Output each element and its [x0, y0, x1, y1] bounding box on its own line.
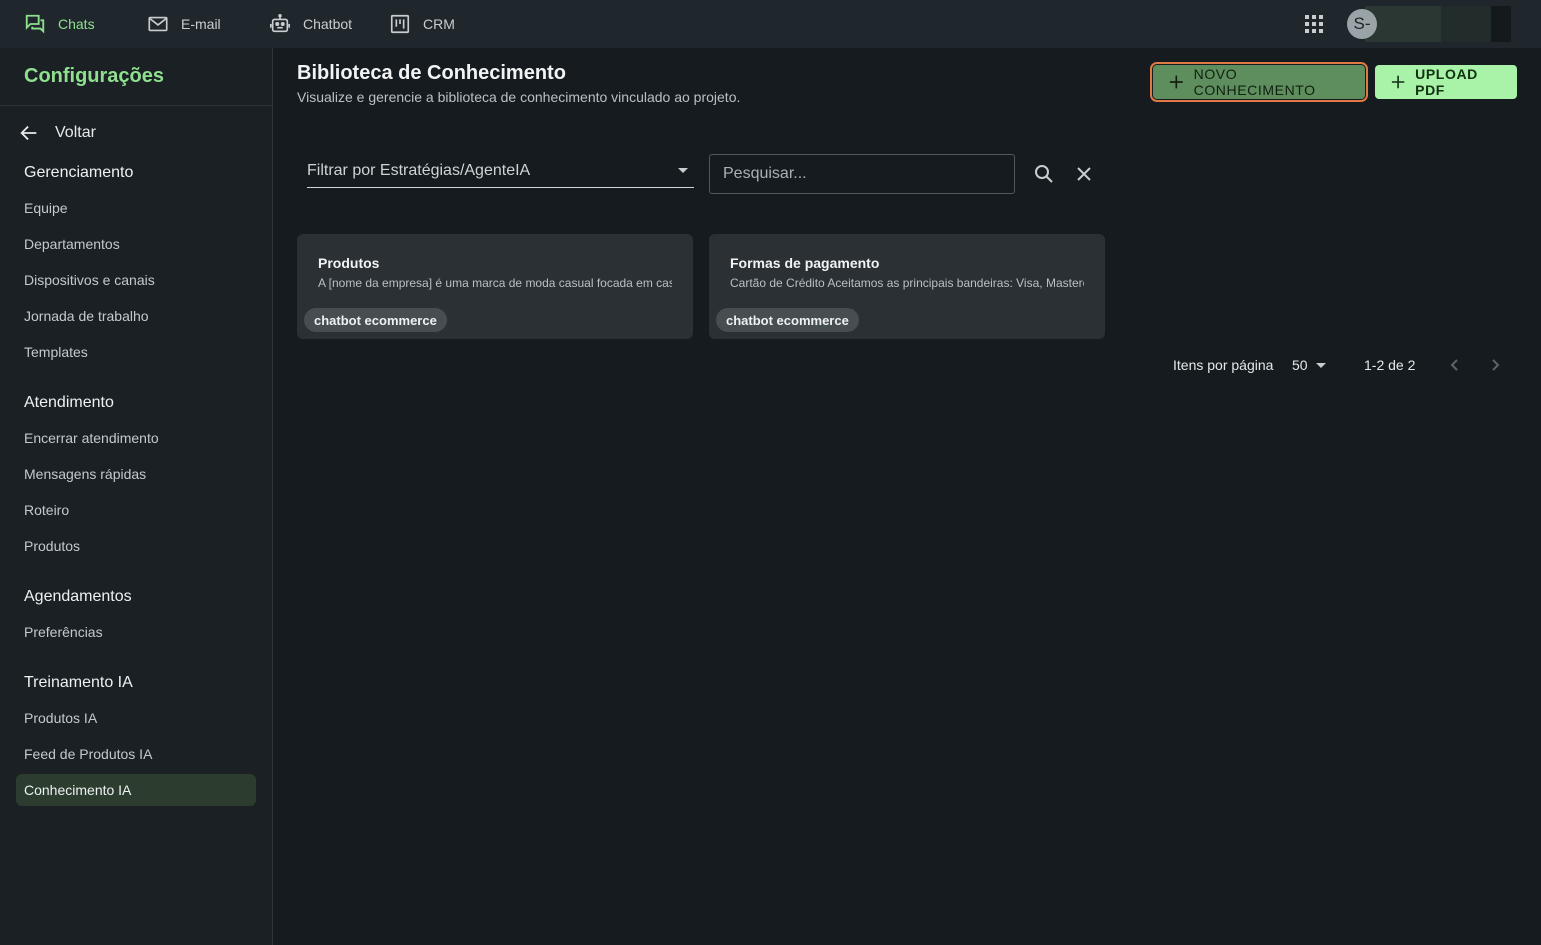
- items-per-page-value: 50: [1292, 357, 1308, 373]
- search-icon[interactable]: [1032, 162, 1056, 186]
- sidebar-item-mensagens[interactable]: Mensagens rápidas: [0, 456, 272, 492]
- card-tag: chatbot ecommerce: [716, 308, 859, 332]
- nav-crm[interactable]: CRM: [389, 0, 455, 48]
- nav-chats-label: Chats: [58, 16, 95, 32]
- section-heading-agendamentos: Agendamentos: [24, 588, 132, 605]
- avatar-initial: S-: [1353, 14, 1371, 33]
- chevron-left-icon[interactable]: [1443, 353, 1467, 377]
- main-content: Biblioteca de Conhecimento Visualize e g…: [273, 48, 1541, 945]
- top-navigation-bar: Chats E-mail Chatbot CRM S-: [0, 0, 1541, 48]
- robot-icon: [270, 14, 290, 33]
- search-input[interactable]: [709, 154, 1015, 194]
- nav-email[interactable]: E-mail: [147, 0, 221, 48]
- card-tag: chatbot ecommerce: [304, 308, 447, 332]
- knowledge-card[interactable]: Formas de pagamento Cartão de Crédito Ac…: [709, 234, 1105, 339]
- upload-pdf-label: UPLOAD PDF: [1415, 66, 1478, 98]
- section-heading-treinamento: Treinamento IA: [24, 674, 133, 691]
- topbar-right-area: S-: [1304, 0, 1541, 48]
- new-knowledge-label: NOVO CONHECIMENTO: [1193, 66, 1316, 98]
- pagination-range: 1-2 de 2: [1364, 357, 1416, 373]
- nav-chatbot[interactable]: Chatbot: [269, 0, 352, 48]
- nav-chats[interactable]: Chats: [24, 0, 95, 48]
- apps-grid-icon[interactable]: [1304, 14, 1324, 34]
- items-per-page-select[interactable]: 50: [1292, 356, 1326, 374]
- strategy-filter-select[interactable]: Filtrar por Estratégias/AgenteIA: [307, 154, 694, 188]
- sidebar-item-conhecimento-ia[interactable]: Conhecimento IA: [16, 774, 256, 806]
- knowledge-card[interactable]: Produtos A [nome da empresa] é uma marca…: [297, 234, 693, 339]
- plus-icon: [1169, 75, 1183, 89]
- dropdown-caret-icon: [678, 168, 688, 173]
- page-subtitle: Visualize e gerencie a biblioteca de con…: [297, 89, 741, 105]
- chat-bubbles-icon: [25, 14, 45, 34]
- user-name-redacted[interactable]: [1365, 6, 1511, 42]
- sidebar-item-preferencias[interactable]: Preferências: [0, 614, 272, 650]
- card-title: Formas de pagamento: [730, 255, 880, 271]
- dropdown-caret-icon: [1315, 362, 1326, 368]
- nav-chatbot-label: Chatbot: [303, 16, 353, 32]
- card-description: Cartão de Crédito Aceitamos as principai…: [730, 276, 1084, 290]
- back-label: Voltar: [55, 124, 96, 141]
- user-avatar[interactable]: S-: [1347, 9, 1377, 39]
- mail-icon: [148, 16, 168, 32]
- sidebar-item-encerrar[interactable]: Encerrar atendimento: [0, 420, 272, 456]
- sidebar-item-roteiro[interactable]: Roteiro: [0, 492, 272, 528]
- sidebar-item-jornada[interactable]: Jornada de trabalho: [0, 298, 272, 334]
- plus-icon: [1391, 75, 1405, 89]
- sidebar-item-equipe[interactable]: Equipe: [0, 190, 272, 226]
- new-knowledge-button[interactable]: NOVO CONHECIMENTO: [1150, 62, 1368, 102]
- nav-crm-label: CRM: [423, 16, 455, 32]
- clear-icon[interactable]: [1072, 162, 1096, 186]
- sidebar-item-feed-produtos-ia[interactable]: Feed de Produtos IA: [0, 736, 272, 772]
- sidebar-item-dispositivos[interactable]: Dispositivos e canais: [0, 262, 272, 298]
- items-per-page-label: Itens por página: [1173, 357, 1274, 373]
- section-heading-gerenciamento: Gerenciamento: [24, 164, 134, 181]
- card-description: A [nome da empresa] é uma marca de moda …: [318, 276, 672, 290]
- card-title: Produtos: [318, 255, 380, 271]
- sidebar-item-templates[interactable]: Templates: [0, 334, 272, 370]
- settings-sidebar: Configurações Voltar Gerenciamento Equip…: [0, 48, 273, 945]
- filter-label: Filtrar por Estratégias/AgenteIA: [307, 161, 531, 179]
- page-title: Biblioteca de Conhecimento: [297, 62, 566, 84]
- arrow-left-icon: [20, 125, 37, 141]
- section-heading-atendimento: Atendimento: [24, 394, 114, 411]
- sidebar-item-produtos-ia[interactable]: Produtos IA: [0, 700, 272, 736]
- sidebar-title: Configurações: [0, 48, 272, 106]
- upload-pdf-button[interactable]: UPLOAD PDF: [1375, 65, 1517, 99]
- back-button[interactable]: Voltar: [0, 110, 272, 156]
- kanban-icon: [390, 14, 410, 34]
- sidebar-item-departamentos[interactable]: Departamentos: [0, 226, 272, 262]
- chevron-right-icon[interactable]: [1483, 353, 1507, 377]
- sidebar-item-produtos[interactable]: Produtos: [0, 528, 272, 564]
- nav-email-label: E-mail: [181, 16, 221, 32]
